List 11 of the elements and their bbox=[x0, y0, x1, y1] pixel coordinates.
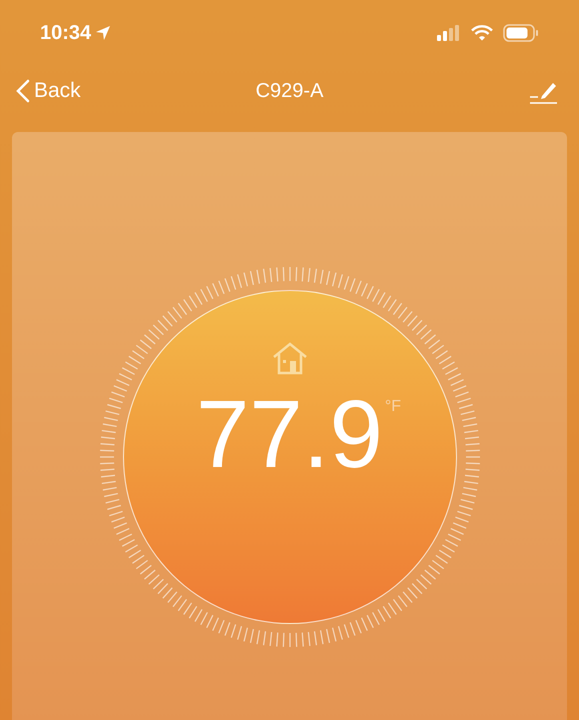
chevron-left-icon bbox=[16, 79, 30, 103]
signal-icon bbox=[437, 25, 461, 41]
status-time: 10:34 bbox=[40, 21, 92, 46]
battery-icon bbox=[503, 24, 539, 42]
back-button[interactable]: Back bbox=[16, 75, 81, 107]
location-arrow-icon bbox=[95, 25, 112, 41]
home-icon bbox=[270, 341, 308, 375]
temperature-unit: °F bbox=[384, 397, 401, 417]
page-title: C929-A bbox=[256, 79, 324, 104]
temperature-reading: 77.9 bbox=[196, 387, 383, 483]
wifi-icon bbox=[471, 25, 493, 41]
